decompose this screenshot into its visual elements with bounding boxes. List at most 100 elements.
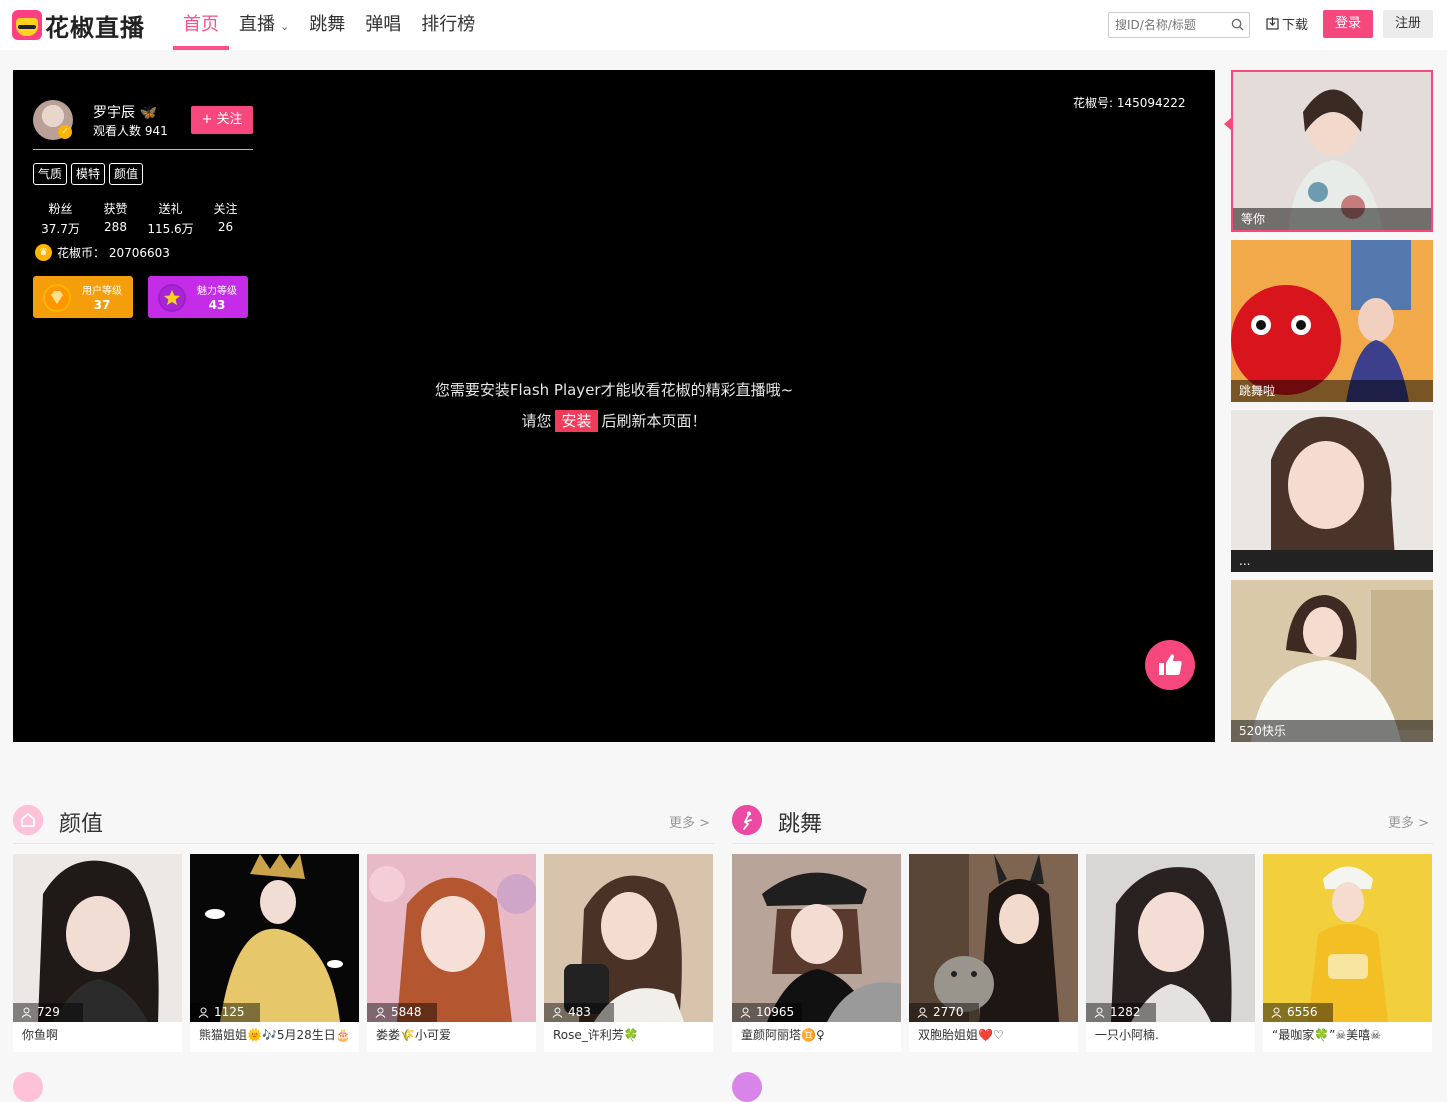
anchor-stats: 粉丝 37.7万 获赞 288 送礼 115.6万 关注 26 [33, 200, 253, 237]
stat-label: 送礼 [158, 202, 183, 216]
room-name: 你鱼啊 [22, 1028, 59, 1042]
room-thumbnail [13, 854, 182, 1022]
viewer-number: 1282 [1110, 1005, 1141, 1019]
viewer-count: 5848 [367, 1003, 437, 1022]
room-caption: ... [1231, 550, 1433, 572]
side-room-item[interactable]: 跳舞啦 [1231, 240, 1433, 402]
room-thumbnail [1231, 240, 1433, 402]
viewer-count: 6556 [1263, 1003, 1333, 1022]
logo-icon [12, 10, 42, 40]
home-face-icon [13, 805, 43, 835]
dance-icon [732, 805, 762, 835]
nav-item-live[interactable]: 直播 ⌄ [229, 0, 299, 50]
anchor-tags: 气质 模特 颜值 [33, 163, 147, 185]
room-card[interactable]: 10965 童颜阿丽塔♊️♀ [732, 854, 901, 1052]
person-icon [198, 1007, 209, 1018]
room-card[interactable]: 6556 “最咖家🍀”☠美嘻☠ [1263, 854, 1432, 1052]
level-label: 用户等级 [82, 286, 122, 297]
tag: 模特 [71, 163, 106, 185]
room-name: “最咖家🍀”☠美嘻☠ [1272, 1028, 1381, 1042]
verified-icon: ✓ [58, 125, 72, 139]
viewer-count: 10965 [732, 1003, 802, 1022]
room-name: 熊猫姐姐🌞🎶5月28生日🎂 [199, 1028, 351, 1042]
person-icon [740, 1007, 751, 1018]
search-icon[interactable] [1231, 18, 1244, 31]
side-room-item[interactable]: ... [1231, 410, 1433, 572]
room-card[interactable]: 1282 一只小阿楠. [1086, 854, 1255, 1052]
room-thumbnail [909, 854, 1078, 1022]
register-button[interactable]: 注册 [1383, 10, 1433, 38]
install-flash-button[interactable]: 安装 [555, 410, 598, 432]
nav-item-ranking[interactable]: 排行榜 [411, 0, 485, 50]
viewer-count: 483 [544, 1003, 614, 1022]
person-icon [1094, 1007, 1105, 1018]
person-icon [552, 1007, 563, 1018]
person-icon [1271, 1007, 1282, 1018]
section-dance: 跳舞 更多 > 10965 童颜阿丽塔♊️♀ 2770 双胞胎姐姐❤️♡ 128… [732, 800, 1433, 1052]
section-title: 颜值 [59, 812, 104, 837]
room-caption: 520快乐 [1231, 720, 1433, 742]
room-name: 娄娄🌾小可爱 [376, 1028, 451, 1042]
viewer-number: 5848 [391, 1005, 422, 1019]
viewer-number: 729 [37, 1005, 60, 1019]
logo-text: 花椒直播 [45, 13, 145, 42]
tag: 颜值 [109, 163, 144, 185]
room-thumbnail [1231, 410, 1433, 572]
level-value: 43 [208, 298, 226, 312]
top-header: 花椒直播 首页 直播 ⌄ 跳舞 弹唱 排行榜 下载 登录 注册 [0, 0, 1447, 50]
stat-value: 288 [104, 220, 127, 234]
prompt-suffix: 后刷新本页面！ [601, 412, 707, 430]
room-thumbnail [367, 854, 536, 1022]
like-button[interactable] [1145, 640, 1195, 690]
viewer-count: 1125 [190, 1003, 260, 1022]
room-name: 一只小阿楠. [1095, 1028, 1159, 1042]
room-card[interactable]: 1125 熊猫姐姐🌞🎶5月28生日🎂 [190, 854, 359, 1052]
viewer-number: 1125 [214, 1005, 245, 1019]
divider [33, 149, 253, 150]
side-room-item[interactable]: 520快乐 [1231, 580, 1433, 742]
side-room-item[interactable]: 等你 [1231, 70, 1433, 232]
diamond-icon [43, 284, 71, 312]
stat-label: 粉丝 [48, 202, 73, 216]
nav-label: 弹唱 [365, 14, 402, 35]
stat-value: 26 [217, 220, 234, 234]
room-thumbnail [1231, 580, 1433, 742]
stat-likes: 获赞 288 [88, 200, 143, 237]
charm-level-badge: 魅力等级 43 [148, 276, 248, 318]
room-caption: 等你 [1233, 208, 1431, 230]
room-card[interactable]: 2770 双胞胎姐姐❤️♡ [909, 854, 1078, 1052]
room-card[interactable]: 483 Rose_许利芳🍀 [544, 854, 713, 1052]
download-label: 下载 [1282, 18, 1309, 33]
main-nav: 首页 直播 ⌄ 跳舞 弹唱 排行榜 [173, 0, 485, 50]
room-name: Rose_许利芳🍀 [553, 1028, 639, 1042]
nav-item-home[interactable]: 首页 [173, 0, 229, 50]
stat-following: 关注 26 [198, 200, 253, 237]
room-card-list: 729 你鱼啊 1125 熊猫姐姐🌞🎶5月28生日🎂 5848 娄娄🌾小可爱 4… [13, 854, 714, 1052]
stat-value: 37.7万 [41, 222, 80, 236]
download-icon [1266, 17, 1279, 30]
nav-label: 排行榜 [421, 14, 476, 35]
room-thumbnail [190, 854, 359, 1022]
anchor-name[interactable]: 罗宇辰 🦋 [93, 102, 157, 122]
more-link[interactable]: 更多 > [669, 812, 710, 831]
nav-label: 首页 [183, 14, 219, 35]
login-button[interactable]: 登录 [1323, 10, 1373, 38]
nav-item-dance[interactable]: 跳舞 [299, 0, 355, 50]
room-thumbnail [1086, 854, 1255, 1022]
room-thumbnail [732, 854, 901, 1022]
room-card[interactable]: 729 你鱼啊 [13, 854, 182, 1052]
site-logo[interactable]: 花椒直播 [12, 9, 145, 42]
live-player[interactable]: ✓ 罗宇辰 🦋 观看人数 941 + 关注 气质 模特 颜值 粉丝 37.7万 获… [13, 70, 1215, 742]
stat-fans: 粉丝 37.7万 [33, 200, 88, 237]
chevron-down-icon: ⌄ [280, 20, 290, 33]
section-title: 跳舞 [778, 812, 823, 837]
nav-label: 跳舞 [309, 14, 346, 35]
more-link[interactable]: 更多 > [1388, 812, 1429, 831]
viewer-number: 6556 [1287, 1005, 1318, 1019]
follow-button[interactable]: + 关注 [191, 106, 253, 134]
next-section-icon [13, 1072, 43, 1102]
search-input[interactable] [1109, 13, 1227, 37]
room-card[interactable]: 5848 娄娄🌾小可爱 [367, 854, 536, 1052]
nav-item-sing[interactable]: 弹唱 [355, 0, 411, 50]
download-link[interactable]: 下载 [1266, 14, 1308, 33]
